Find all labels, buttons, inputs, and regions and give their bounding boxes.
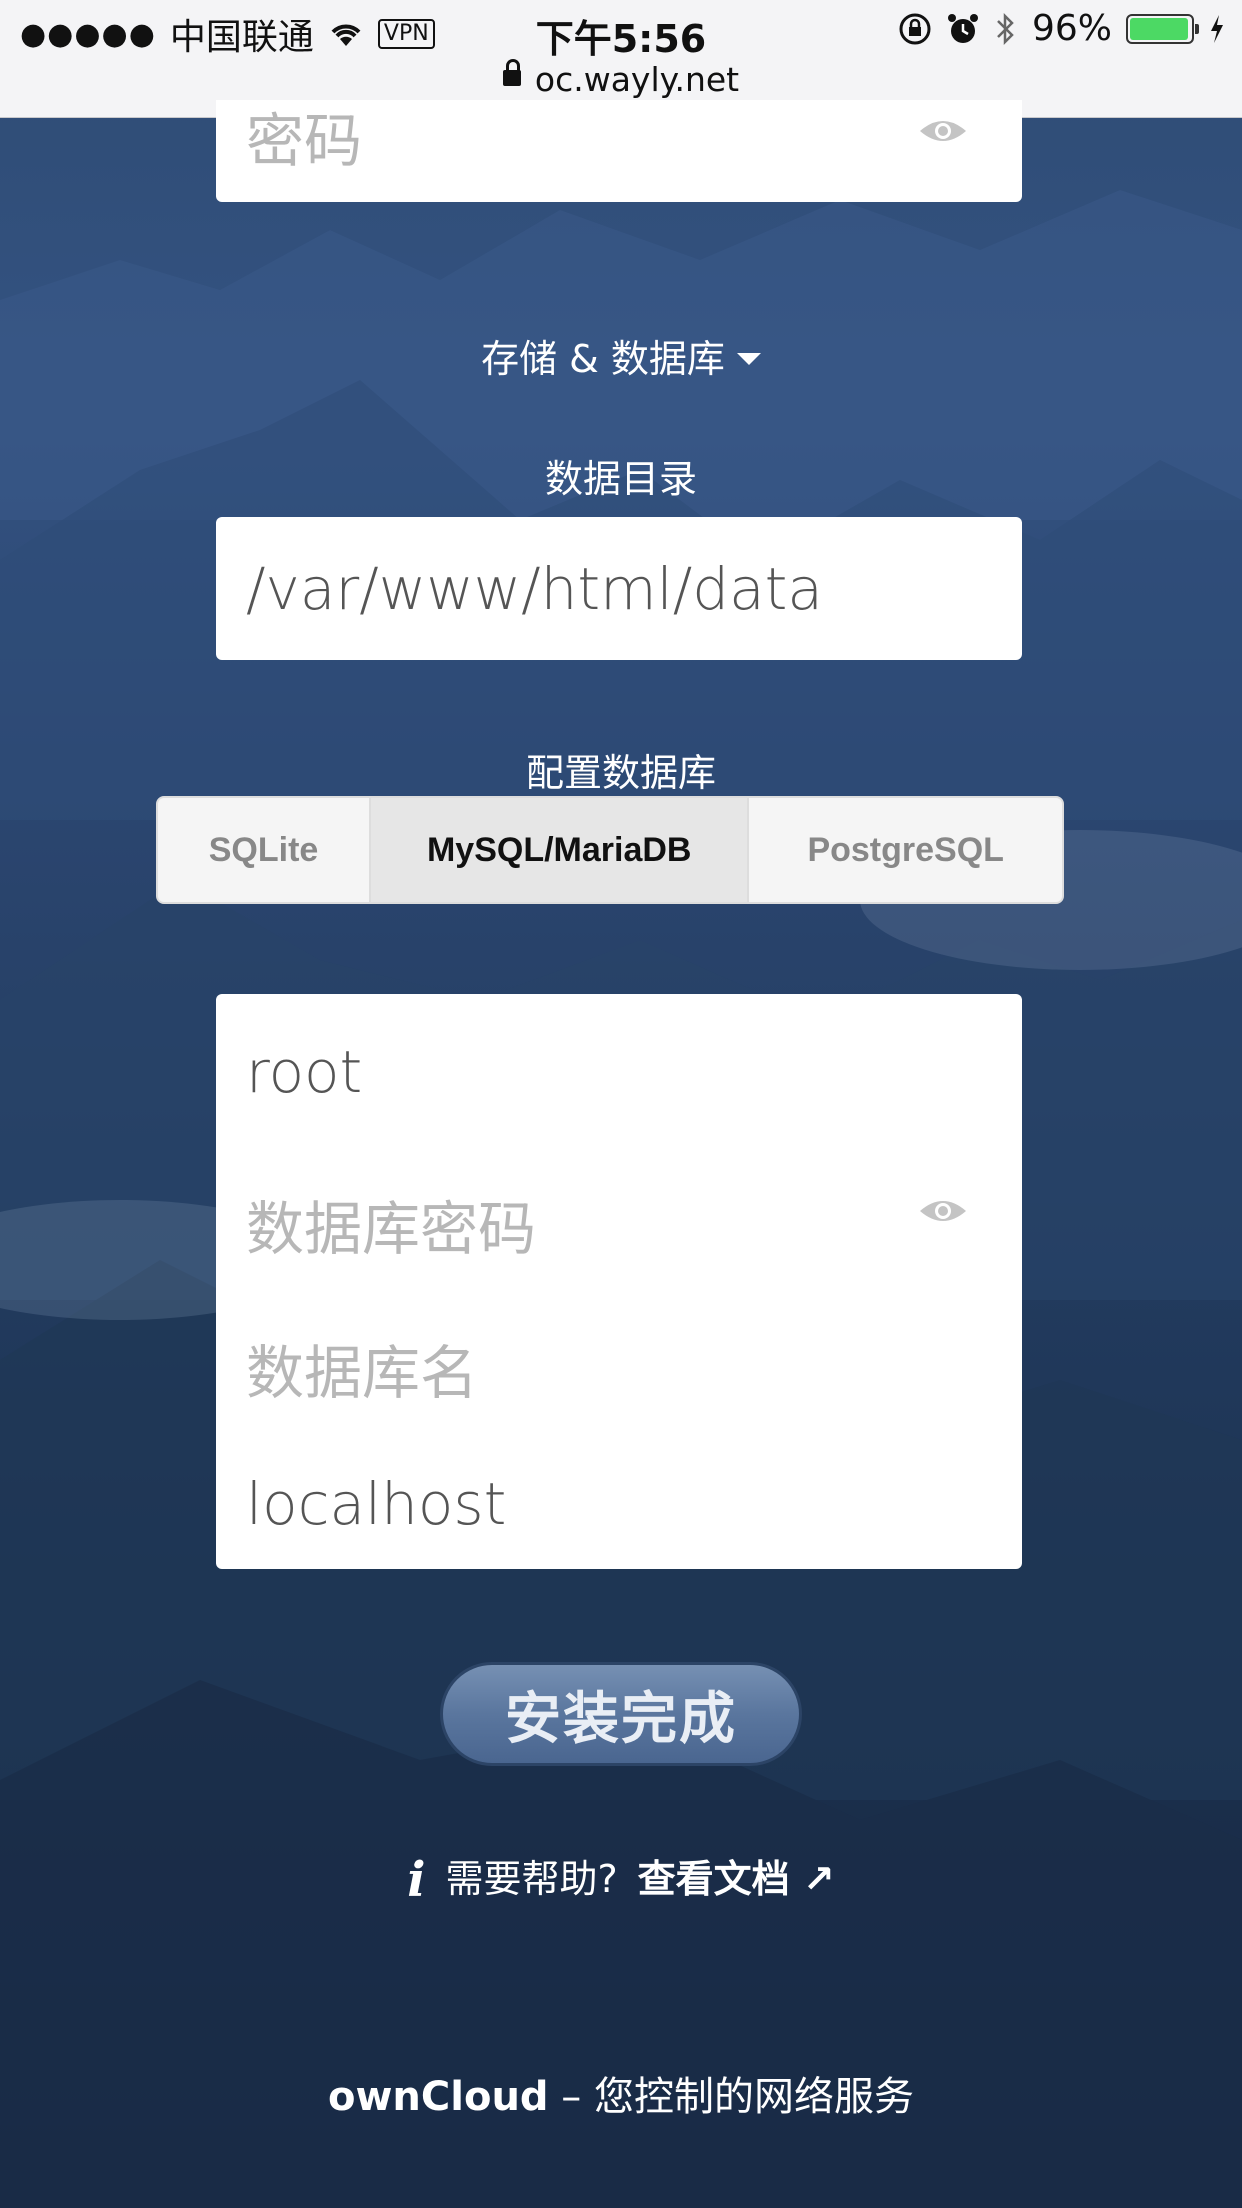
status-bar-right: 96% (898, 8, 1226, 49)
footer-brand-link[interactable]: ownCloud (328, 2074, 549, 2120)
storage-database-label: 存储 & 数据库 (481, 337, 725, 381)
database-host-input[interactable]: localhost (246, 1470, 506, 1538)
show-password-icon[interactable] (918, 116, 968, 146)
tab-mysql-mariadb[interactable]: MySQL/MariaDB (371, 798, 750, 902)
storage-database-toggle[interactable]: 存储 & 数据库 (0, 328, 1242, 383)
url-text: oc.wayly.net (534, 60, 740, 99)
rotation-lock-icon (899, 13, 931, 44)
admin-password-field[interactable]: 密码 (216, 100, 1022, 202)
database-name-input[interactable]: 数据库名 (246, 1326, 478, 1410)
charging-icon (1211, 14, 1223, 43)
database-type-selector: SQLite MySQL/MariaDB PostgreSQL (156, 796, 1064, 904)
finish-setup-button[interactable]: 安装完成 (440, 1662, 802, 1766)
admin-password-placeholder: 密码 (246, 107, 363, 175)
data-directory-value: /var/www/html/data (246, 555, 823, 623)
alarm-icon (947, 13, 978, 43)
tab-postgresql[interactable]: PostgreSQL (749, 798, 1062, 902)
bluetooth-icon (997, 12, 1014, 45)
info-icon: i (407, 1852, 426, 1908)
battery-percent: 96% (1031, 8, 1112, 49)
help-text: 需要帮助? (445, 1857, 618, 1901)
address-bar[interactable]: oc.wayly.net (0, 58, 1242, 99)
data-directory-input[interactable]: /var/www/html/data (216, 517, 1022, 660)
database-password-input[interactable]: 数据库密码 (246, 1182, 536, 1266)
footer: ownCloud – 您控制的网络服务 (0, 2064, 1242, 2122)
database-fields: root 数据库密码 数据库名 localhost (216, 994, 1022, 1569)
help-line: i 需要帮助? 查看文档 ↗ (0, 1848, 1242, 1908)
show-db-password-icon[interactable] (918, 1196, 968, 1226)
view-docs-link[interactable]: 查看文档 ↗ (638, 1857, 835, 1901)
caret-down-icon (736, 352, 761, 365)
footer-tagline: 您控制的网络服务 (594, 2074, 914, 2120)
data-directory-label: 数据目录 (544, 457, 697, 501)
tab-sqlite[interactable]: SQLite (158, 798, 372, 902)
lock-icon (502, 58, 521, 86)
configure-database-label: 配置数据库 (525, 751, 716, 795)
footer-separator: – (561, 2074, 582, 2120)
database-user-input[interactable]: root (246, 1038, 362, 1106)
battery-icon (1126, 13, 1199, 44)
